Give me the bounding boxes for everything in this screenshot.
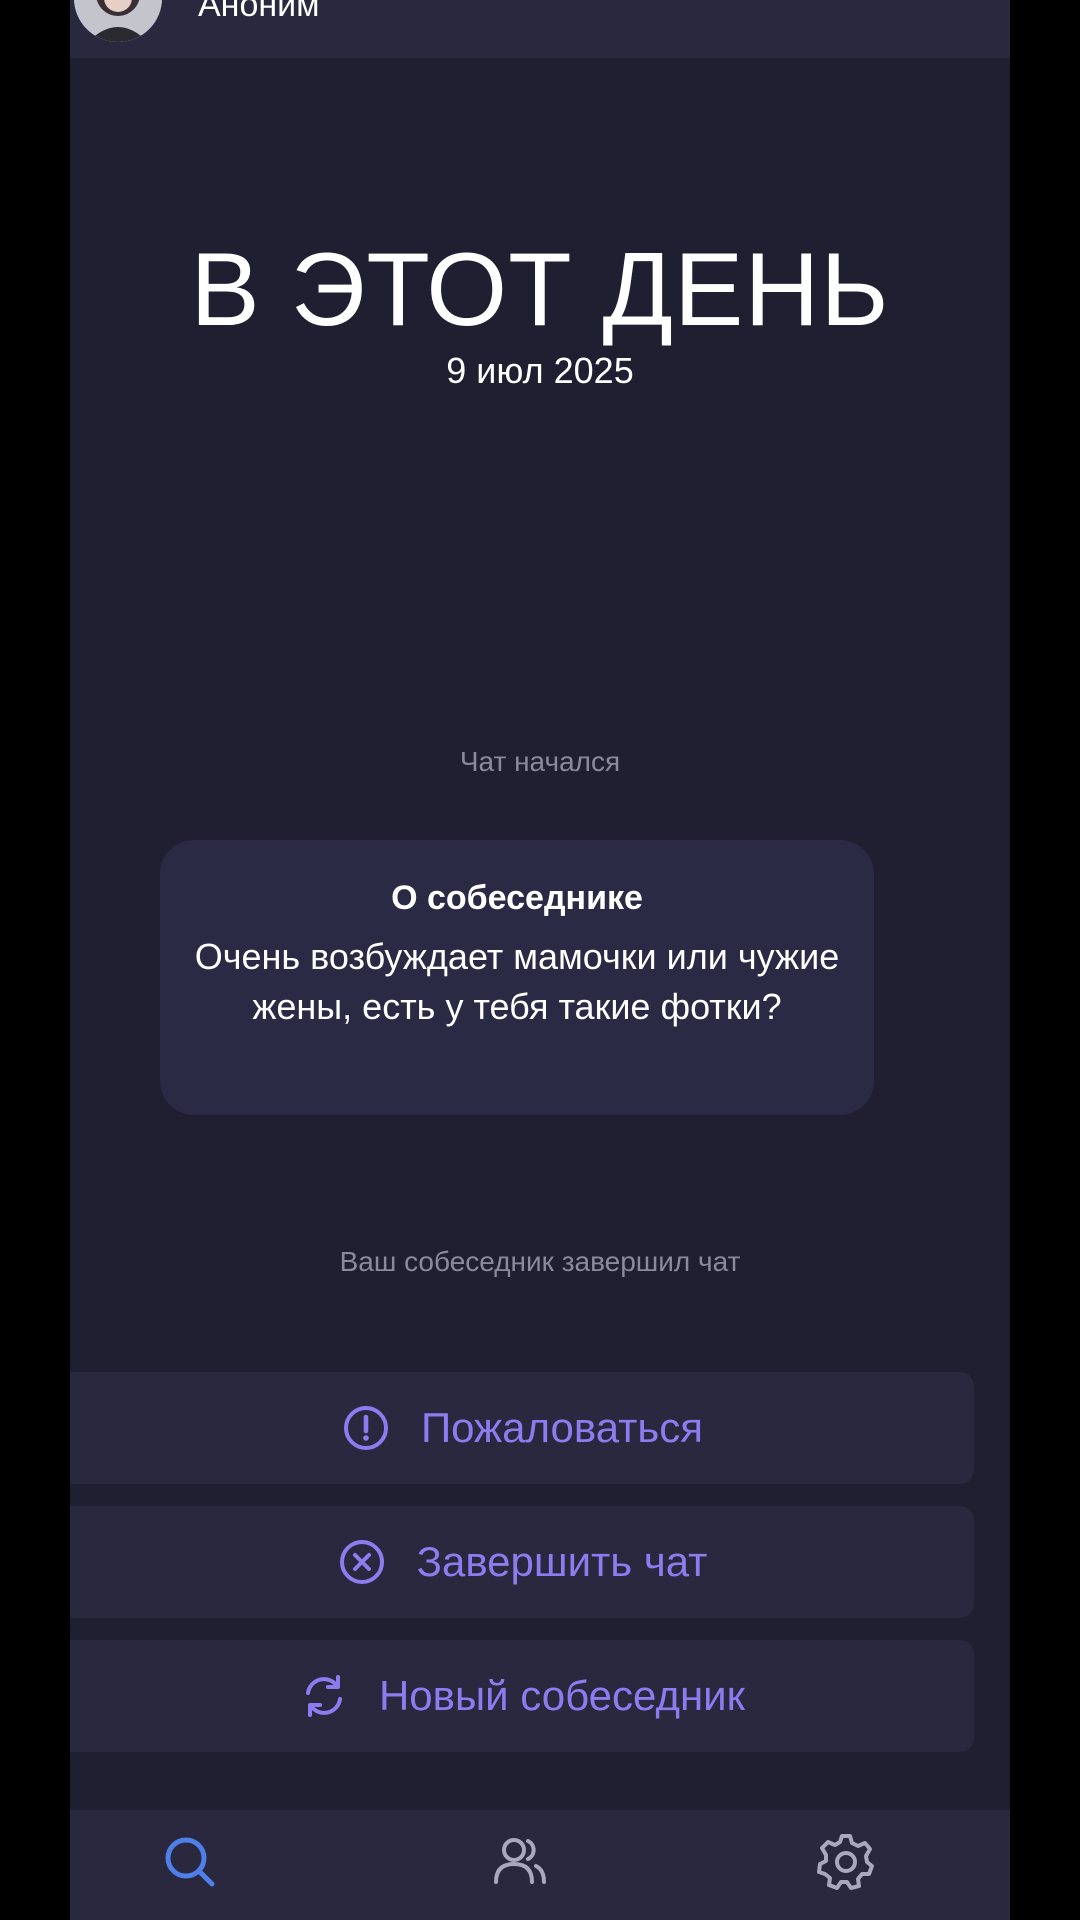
nav-settings[interactable]	[814, 1830, 878, 1894]
alert-circle-icon	[341, 1403, 391, 1453]
end-chat-button-label: Завершить чат	[416, 1538, 708, 1585]
new-partner-button-label: Новый собеседник	[378, 1672, 746, 1719]
gear-icon	[817, 1834, 874, 1890]
report-button-label: Пожаловаться	[420, 1404, 703, 1451]
chat-started-message: Чат начался	[459, 746, 621, 777]
avatar[interactable]	[74, 0, 162, 42]
x-circle-icon	[337, 1537, 387, 1587]
nav-search[interactable]	[158, 1830, 222, 1894]
nav-people[interactable]	[488, 1830, 552, 1894]
user-name: Аноним	[198, 0, 320, 24]
avatar-image	[74, 0, 162, 42]
top-bar: Аноним	[70, 0, 1010, 58]
search-icon	[165, 1837, 215, 1887]
report-button[interactable]: Пожаловаться	[70, 1372, 974, 1484]
refresh-icon	[299, 1671, 349, 1721]
people-icon	[494, 1838, 546, 1884]
bottom-navigation	[70, 1810, 1010, 1920]
about-partner-title: О собеседнике	[391, 879, 643, 917]
chat-ended-message: Ваш собеседник завершил чат	[339, 1246, 741, 1277]
chat-screen: Аноним В ЭТОТ ДЕНЬ 9 июл 2025 Чат началс…	[70, 0, 1010, 1920]
new-partner-button[interactable]: Новый собеседник	[70, 1640, 974, 1752]
on-this-day-date: 9 июл 2025	[446, 350, 634, 391]
on-this-day-title: В ЭТОТ ДЕНЬ	[190, 232, 890, 348]
end-chat-button[interactable]: Завершить чат	[70, 1506, 974, 1618]
about-partner-text: Очень возбуждает мамочки или чужие жены,…	[194, 936, 840, 1027]
about-partner-card: О собеседнике Очень возбуждает мамочки и…	[160, 840, 874, 1115]
